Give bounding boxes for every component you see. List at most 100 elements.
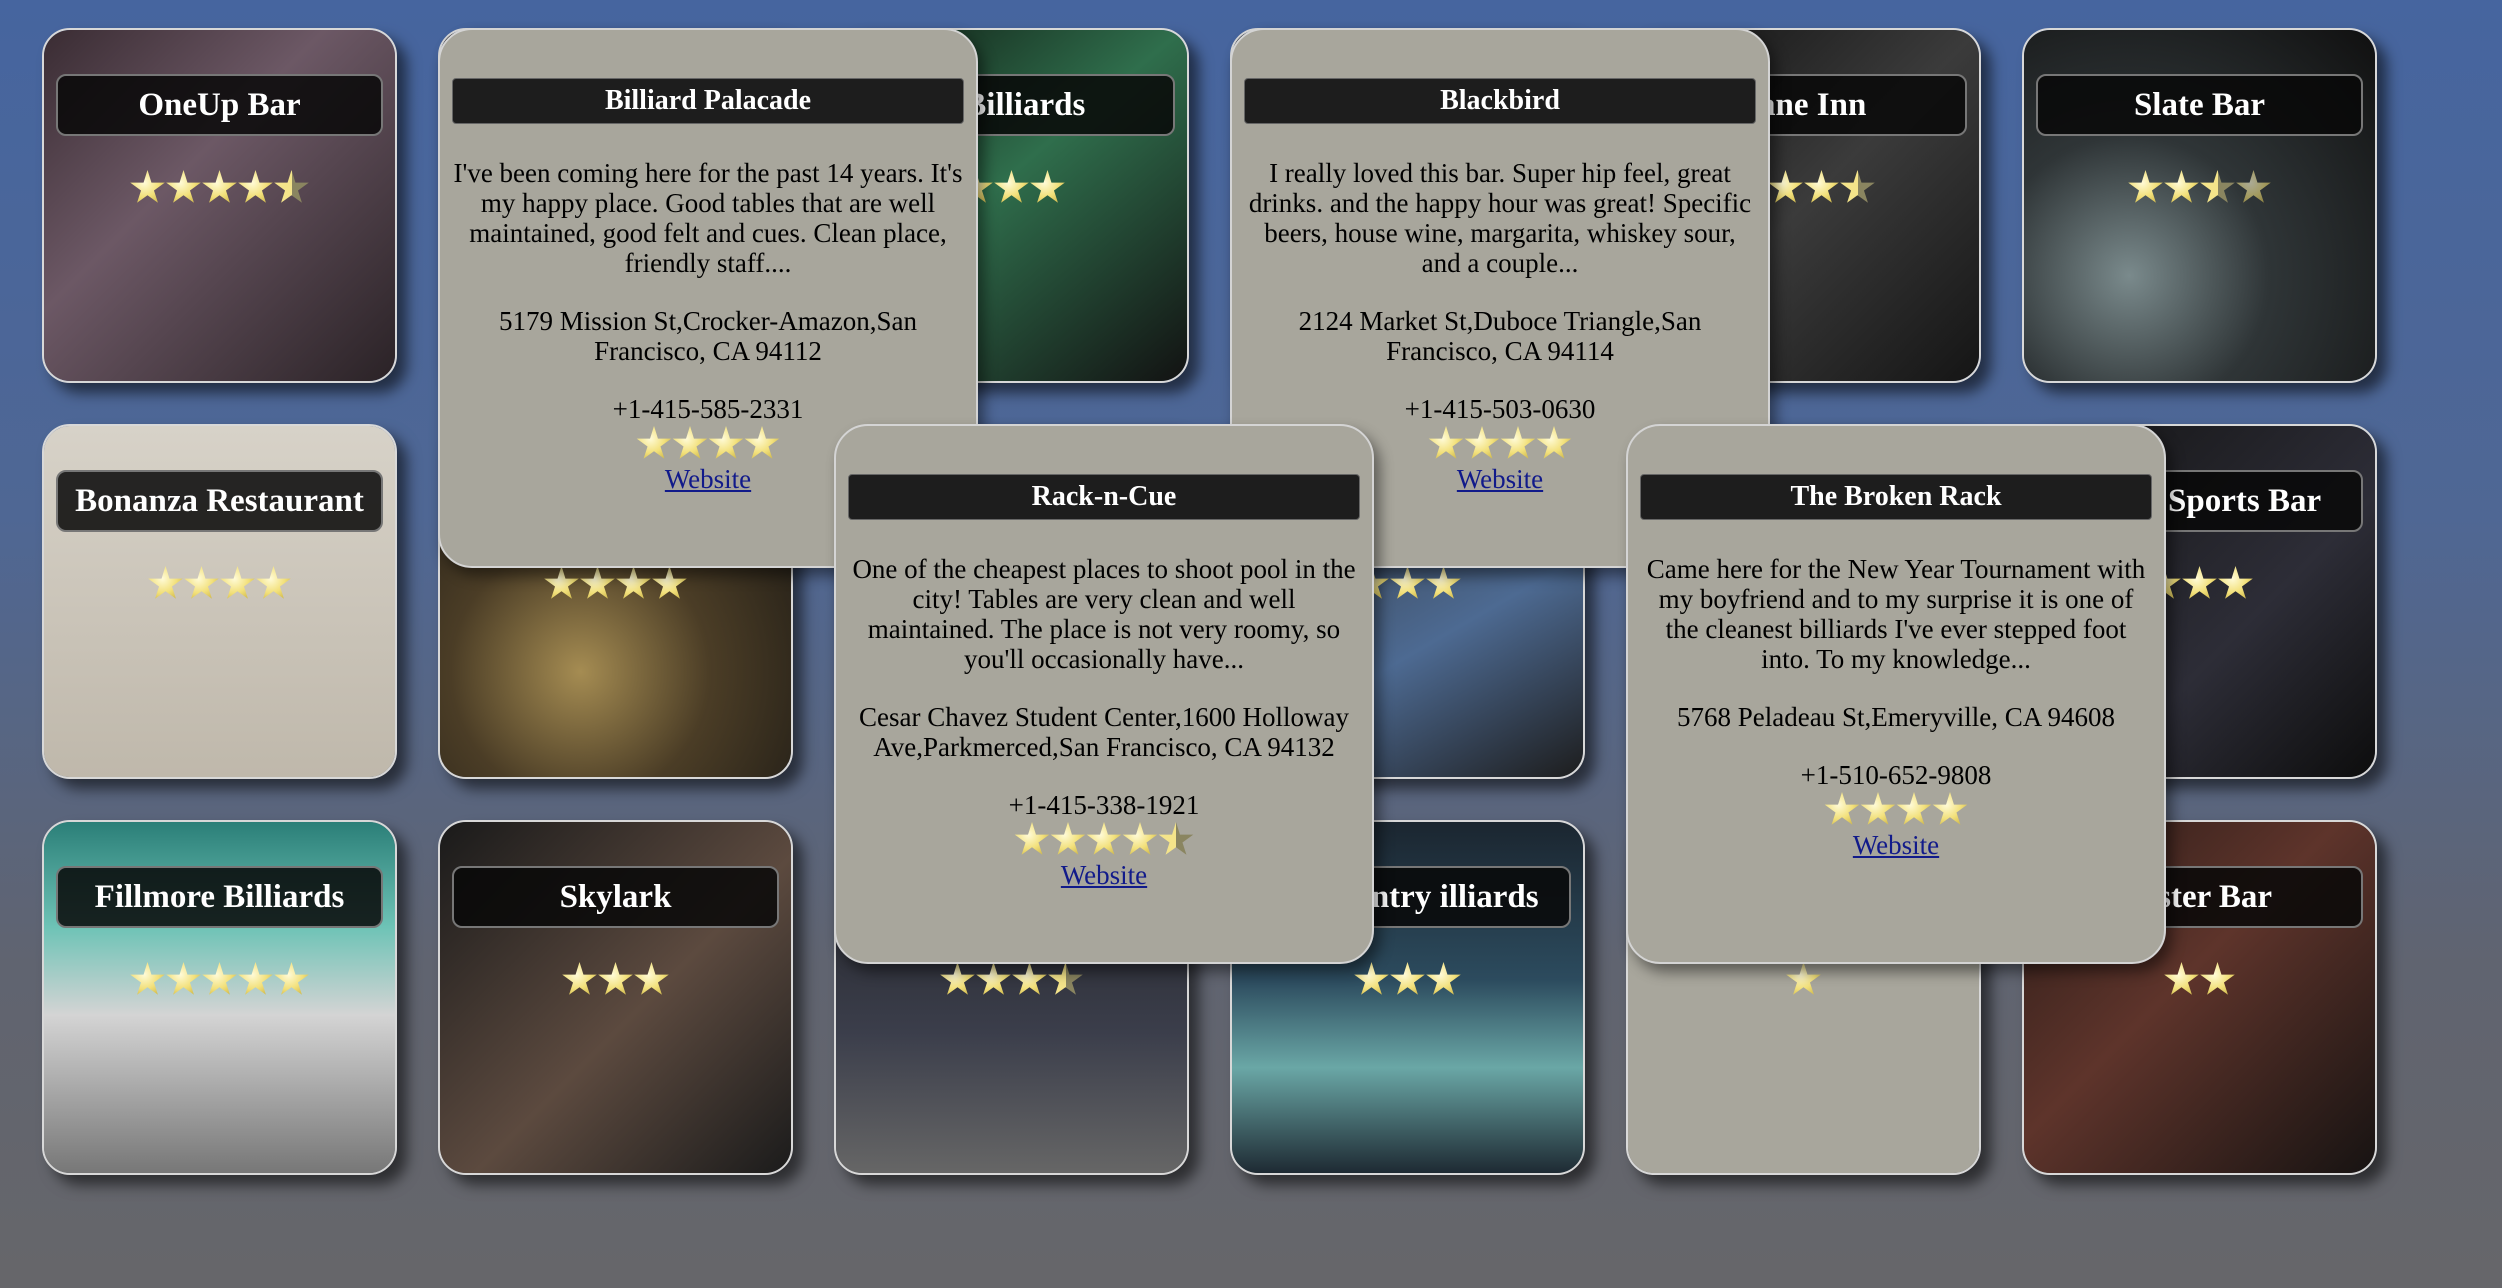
star-icon	[130, 170, 165, 203]
star-icon	[166, 962, 201, 995]
star-icon	[708, 426, 744, 459]
popup-address: 5768 Peladeau St,Emeryville, CA 94608	[1677, 702, 2115, 732]
venue-name: OneUp Bar	[56, 74, 383, 136]
star-icon	[1390, 566, 1425, 599]
star-icon	[1354, 962, 1389, 995]
star-icon	[1768, 170, 1803, 203]
website-link[interactable]: Website	[1628, 830, 2164, 861]
star-rating	[44, 566, 395, 602]
popup-phone: +1-415-338-1921	[1008, 790, 1200, 820]
star-icon	[166, 170, 201, 203]
star-icon	[1428, 426, 1464, 459]
star-icon	[580, 566, 615, 599]
star-icon	[238, 170, 273, 203]
popup-address: 2124 Market St,Duboce Triangle,San Franc…	[1298, 306, 1702, 366]
info-popup: The Broken Rack Came here for the New Ye…	[1626, 424, 2166, 964]
popup-title: Rack-n-Cue	[848, 474, 1360, 520]
star-half-icon	[1158, 822, 1194, 855]
star-icon	[2182, 566, 2217, 599]
star-rating	[2024, 170, 2375, 206]
popup-review-snippet: One of the cheapest places to shoot pool…	[852, 554, 1356, 674]
star-icon	[202, 962, 237, 995]
star-rating	[44, 170, 395, 206]
venue-card[interactable]: OneUp Bar	[42, 28, 397, 383]
star-icon	[1030, 170, 1065, 203]
popup-phone: +1-415-503-0630	[1404, 394, 1596, 424]
star-rating	[2024, 962, 2375, 998]
star-icon	[184, 566, 219, 599]
popup-title: Blackbird	[1244, 78, 1756, 124]
venue-name: Slate Bar	[2036, 74, 2363, 136]
star-icon	[1050, 822, 1086, 855]
popup-star-rating	[1628, 792, 2164, 828]
star-icon	[1536, 426, 1572, 459]
popup-star-rating	[836, 822, 1372, 858]
popup-phone: +1-415-585-2331	[612, 394, 804, 424]
star-icon	[2128, 170, 2163, 203]
star-icon	[1824, 792, 1860, 825]
venue-card[interactable]: Slate Bar	[2022, 28, 2377, 383]
star-icon	[202, 170, 237, 203]
star-icon	[1014, 822, 1050, 855]
star-icon	[616, 566, 651, 599]
popup-title: The Broken Rack	[1640, 474, 2152, 520]
star-icon	[636, 426, 672, 459]
star-half-icon	[2200, 170, 2235, 203]
star-icon	[994, 170, 1029, 203]
star-icon	[238, 962, 273, 995]
venue-card[interactable]: Bonanza Restaurant	[42, 424, 397, 779]
venue-card[interactable]: Skylark	[438, 820, 793, 1175]
star-icon	[130, 962, 165, 995]
star-icon	[1804, 170, 1839, 203]
star-icon	[672, 426, 708, 459]
star-icon	[1786, 962, 1821, 995]
star-icon	[1426, 566, 1461, 599]
star-half-icon	[1840, 170, 1875, 203]
star-icon	[2236, 170, 2271, 203]
star-rating	[836, 962, 1187, 998]
star-icon	[1896, 792, 1932, 825]
star-rating	[1628, 962, 1979, 998]
star-icon	[1122, 822, 1158, 855]
star-half-icon	[274, 170, 309, 203]
star-icon	[1464, 426, 1500, 459]
star-icon	[1860, 792, 1896, 825]
star-rating	[440, 962, 791, 998]
star-icon	[1932, 792, 1968, 825]
star-icon	[598, 962, 633, 995]
star-icon	[2200, 962, 2235, 995]
website-link[interactable]: Website	[836, 860, 1372, 891]
star-icon	[1500, 426, 1536, 459]
popup-review-snippet: I've been coming here for the past 14 ye…	[453, 158, 963, 278]
star-icon	[976, 962, 1011, 995]
star-icon	[652, 566, 687, 599]
star-icon	[256, 566, 291, 599]
venue-name: Fillmore Billiards	[56, 866, 383, 928]
star-icon	[562, 962, 597, 995]
popup-phone: +1-510-652-9808	[1800, 760, 1992, 790]
star-icon	[2164, 962, 2199, 995]
star-icon	[2164, 170, 2199, 203]
venue-name: Bonanza Restaurant	[56, 470, 383, 532]
star-icon	[1390, 962, 1425, 995]
popup-address: 5179 Mission St,Crocker-Amazon,San Franc…	[499, 306, 917, 366]
star-icon	[274, 962, 309, 995]
star-icon	[220, 566, 255, 599]
star-icon	[544, 566, 579, 599]
star-icon	[2218, 566, 2253, 599]
star-icon	[940, 962, 975, 995]
popup-title: Billiard Palacade	[452, 78, 964, 124]
popup-review-snippet: I really loved this bar. Super hip feel,…	[1248, 158, 1752, 278]
star-icon	[744, 426, 780, 459]
star-rating	[44, 962, 395, 998]
venue-name: Skylark	[452, 866, 779, 928]
star-icon	[148, 566, 183, 599]
popup-review-snippet: Came here for the New Year Tournament wi…	[1646, 554, 2146, 674]
star-half-icon	[1048, 962, 1083, 995]
star-icon	[1426, 962, 1461, 995]
star-icon	[1086, 822, 1122, 855]
venue-card[interactable]: Fillmore Billiards	[42, 820, 397, 1175]
star-rating	[440, 566, 791, 602]
popup-address: Cesar Chavez Student Center,1600 Hollowa…	[858, 702, 1350, 762]
star-icon	[634, 962, 669, 995]
